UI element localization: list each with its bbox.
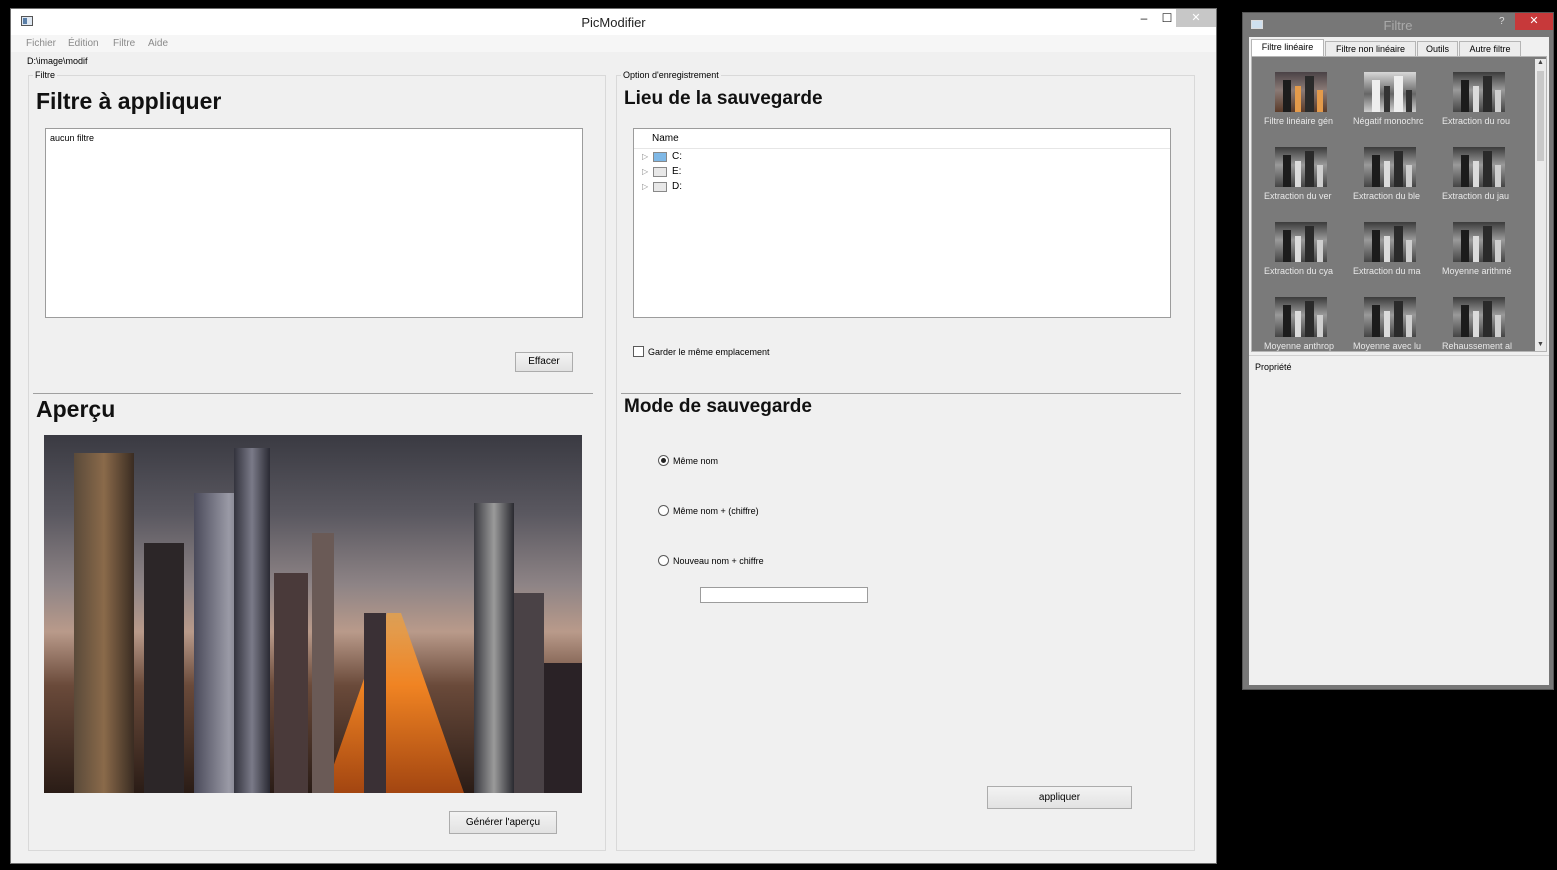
tree-header[interactable]: Name [634,129,1170,149]
preview-road [324,613,464,793]
filter-group-title: Filtre [33,70,57,80]
menu-filtre[interactable]: Filtre [113,38,135,49]
scroll-down-icon[interactable]: ▼ [1535,341,1546,351]
separator [33,393,593,394]
mode-radio-new-name-number[interactable] [658,555,669,566]
mode-radio-same-name[interactable] [658,455,669,466]
clear-button[interactable]: Effacer [515,352,573,372]
drive-icon [653,167,667,177]
save-group-title: Option d'enregistrement [621,70,721,80]
drive-icon [653,182,667,192]
menu-bar: Fichier Édition Filtre Aide [11,35,1216,52]
filter-item-label[interactable]: Extraction du jau [1442,191,1528,201]
menu-fichier[interactable]: Fichier [26,38,56,49]
separator [621,393,1181,394]
filter-thumbnail[interactable] [1453,297,1505,337]
filter-item-label[interactable]: Moyenne avec lu [1353,341,1439,351]
filter-item-label[interactable]: Extraction du cya [1264,266,1350,276]
list-item[interactable]: aucun filtre [50,133,94,143]
drive-icon [653,152,667,162]
window-title: PicModifier [581,15,646,30]
filter-thumbnail[interactable] [1453,147,1505,187]
filter-thumbnail[interactable] [1364,297,1416,337]
filter-thumbnails-pane: Filtre linéaire gén Négatif monochrc Ext… [1251,56,1547,352]
filter-item-label[interactable]: Rehaussement al [1442,341,1528,351]
tab-outils[interactable]: Outils [1417,41,1458,57]
tree-item-e[interactable]: ▷ E: [642,166,702,180]
filter-window-title-bar[interactable]: Filtre ? ✕ [1243,13,1553,35]
tab-filtre-non-lineaire[interactable]: Filtre non linéaire [1325,41,1416,57]
preview-heading: Aperçu [36,396,116,422]
filter-thumbnail[interactable] [1275,147,1327,187]
filter-thumbnail[interactable] [1275,72,1327,112]
applied-filters-list[interactable]: aucun filtre [45,128,583,318]
tab-autre-filtre[interactable]: Autre filtre [1459,41,1521,57]
mode-label: Nouveau nom + chiffre [673,556,764,566]
mode-label: Même nom + (chiffre) [673,506,759,516]
help-button[interactable]: ? [1499,16,1505,27]
generate-preview-button[interactable]: Générer l'aperçu [449,811,557,834]
current-path: D:\image\modif [27,56,88,66]
filter-thumbnail[interactable] [1364,72,1416,112]
expand-arrow-icon[interactable]: ▷ [642,167,648,176]
maximize-button[interactable]: ☐ [1156,9,1178,27]
mode-radio-same-name-number[interactable] [658,505,669,516]
properties-label: Propriété [1255,362,1292,372]
save-options-group: Option d'enregistrement Lieu de la sauve… [616,70,1195,851]
preview-image [44,435,582,793]
filter-item-label[interactable]: Extraction du rou [1442,116,1528,126]
mode-label: Même nom [673,456,719,466]
separator [1249,355,1549,356]
folder-tree[interactable]: Name ▷ C: ▷ E: ▷ D: [633,128,1171,318]
filter-thumbnail[interactable] [1453,72,1505,112]
tab-filtre-lineaire[interactable]: Filtre linéaire [1251,39,1324,57]
filter-item-label[interactable]: Extraction du ver [1264,191,1350,201]
filter-item-label[interactable]: Moyenne anthrop [1264,341,1350,351]
filter-thumbnail[interactable] [1275,222,1327,262]
location-heading: Lieu de la sauvegarde [624,88,823,109]
filter-window-close-button[interactable]: ✕ [1515,13,1553,30]
scrollbar-thumb[interactable] [1537,71,1544,161]
filter-thumbnail[interactable] [1275,297,1327,337]
filter-window-content: Filtre linéaire Filtre non linéaire Outi… [1249,37,1549,685]
menu-edition[interactable]: Édition [68,38,99,49]
new-name-input[interactable] [700,587,868,603]
scroll-up-icon[interactable]: ▲ [1535,59,1546,69]
keep-location-label: Garder le même emplacement [648,347,770,357]
tree-item-d[interactable]: ▷ D: [642,181,702,195]
filter-thumbnail[interactable] [1364,222,1416,262]
filter-window-title: Filtre [1383,18,1413,33]
filter-thumbnail[interactable] [1364,147,1416,187]
main-window: PicModifier – ☐ ✕ Fichier Édition Filtre… [10,8,1217,864]
thumbnails-scrollbar[interactable]: ▲ ▼ [1535,59,1546,351]
apply-button[interactable]: appliquer [987,786,1132,809]
tree-item-label: E: [672,166,682,177]
filter-item-label[interactable]: Extraction du ble [1353,191,1439,201]
title-bar[interactable]: PicModifier – ☐ ✕ [11,9,1216,35]
filter-item-label[interactable]: Négatif monochrc [1353,116,1439,126]
filter-item-label[interactable]: Extraction du ma [1353,266,1439,276]
expand-arrow-icon[interactable]: ▷ [642,152,648,161]
minimize-button[interactable]: – [1133,9,1155,27]
expand-arrow-icon[interactable]: ▷ [642,182,648,191]
keep-location-checkbox[interactable] [633,346,644,357]
filter-thumbnail[interactable] [1453,222,1505,262]
mode-heading: Mode de sauvegarde [624,396,812,417]
tree-header-label: Name [652,133,679,144]
tree-item-label: D: [672,181,682,192]
filter-window: Filtre ? ✕ Filtre linéaire Filtre non li… [1242,12,1554,690]
close-button[interactable]: ✕ [1176,9,1216,27]
tree-item-label: C: [672,151,682,162]
tree-item-c[interactable]: ▷ C: [642,151,702,165]
filter-item-label[interactable]: Moyenne arithmé [1442,266,1528,276]
filter-heading: Filtre à appliquer [36,88,222,114]
filter-item-label[interactable]: Filtre linéaire gén [1264,116,1350,126]
menu-aide[interactable]: Aide [148,38,168,49]
